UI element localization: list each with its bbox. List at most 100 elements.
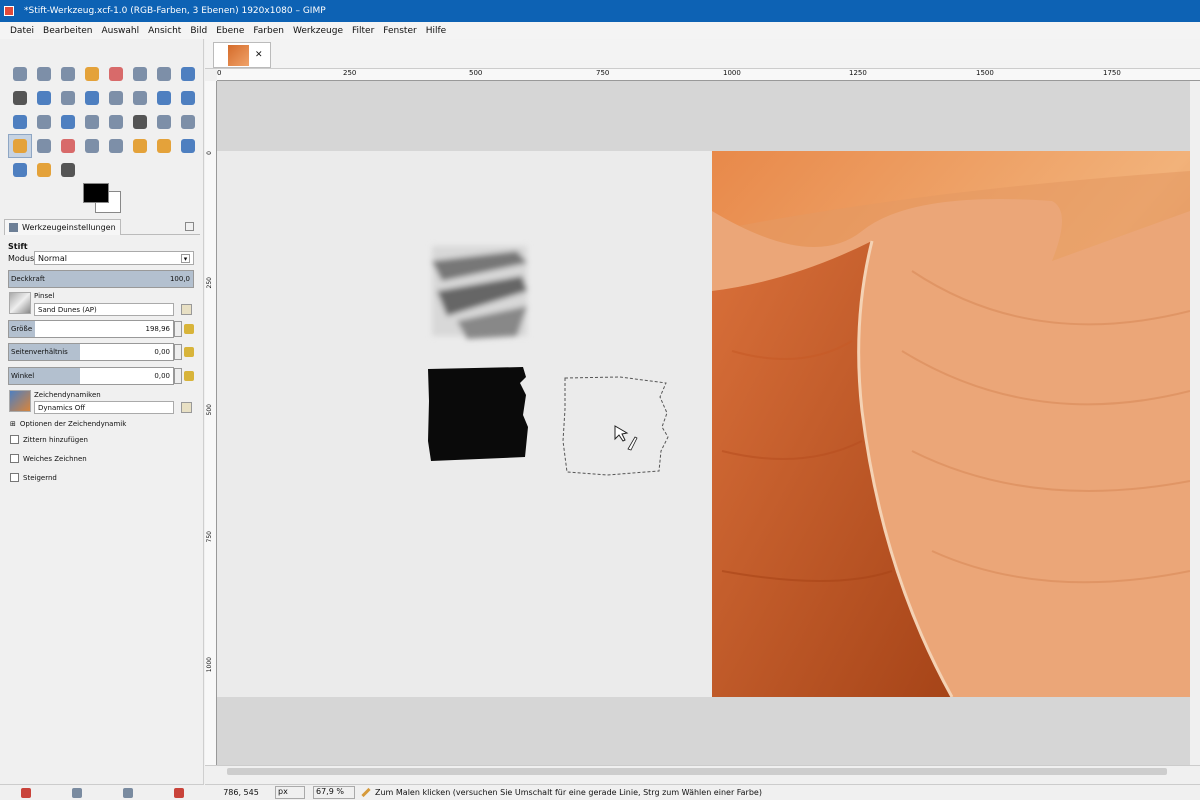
angle-spinner[interactable] xyxy=(174,368,182,384)
brush-name-field[interactable]: Sand Dunes (AP) xyxy=(34,303,174,316)
vertical-scrollbar[interactable] xyxy=(1190,81,1200,765)
dodge-burn-tool[interactable] xyxy=(56,158,80,182)
angle-slider[interactable]: Winkel 0,00 xyxy=(8,367,182,385)
measure-tool[interactable] xyxy=(56,86,80,110)
heal-tool[interactable] xyxy=(152,134,176,158)
jitter-label: Zittern hinzufügen xyxy=(23,435,88,444)
scissors-tool[interactable] xyxy=(128,62,152,86)
angle-reset-icon[interactable] xyxy=(184,371,194,381)
delete-options-icon[interactable] xyxy=(122,787,133,798)
heal-icon xyxy=(157,139,171,153)
dynamics-preview[interactable] xyxy=(9,390,31,412)
save-options-icon[interactable] xyxy=(20,787,31,798)
warp-tool[interactable] xyxy=(104,110,128,134)
brush-edit-icon[interactable] xyxy=(181,304,192,315)
perspective-tool[interactable] xyxy=(32,110,56,134)
clone-icon xyxy=(133,139,147,153)
dynamics-options-label: Optionen der Zeichendynamik xyxy=(19,420,127,428)
text-tool[interactable] xyxy=(128,110,152,134)
smudge-tool[interactable] xyxy=(32,158,56,182)
incremental-checkbox[interactable]: Steigernd xyxy=(10,473,57,482)
brush-preview[interactable] xyxy=(9,292,31,314)
restore-options-icon[interactable] xyxy=(71,787,82,798)
move-tool[interactable] xyxy=(80,86,104,110)
title-bar: *Stift-Werkzeug.xcf-1.0 (RGB-Farben, 3 E… xyxy=(0,0,1200,22)
convolve-tool[interactable] xyxy=(8,158,32,182)
dynamics-edit-icon[interactable] xyxy=(181,402,192,413)
paintbrush-tool[interactable] xyxy=(32,134,56,158)
aspect-slider[interactable]: Seitenverhältnis 0,00 xyxy=(8,343,182,361)
paths-tool[interactable] xyxy=(176,62,200,86)
menu-fenster[interactable]: Fenster xyxy=(383,26,416,36)
jitter-box[interactable] xyxy=(10,435,19,444)
menu-hilfe[interactable]: Hilfe xyxy=(426,26,446,36)
incremental-box[interactable] xyxy=(10,473,19,482)
shear-tool[interactable] xyxy=(8,110,32,134)
foreground-select-tool[interactable] xyxy=(152,62,176,86)
horizontal-scrollbar[interactable] xyxy=(205,765,1200,777)
smooth-box[interactable] xyxy=(10,454,19,463)
gradient-icon xyxy=(181,115,195,129)
image-canvas[interactable] xyxy=(217,151,1190,697)
close-icon[interactable]: ✕ xyxy=(255,50,263,60)
align-tool[interactable] xyxy=(104,86,128,110)
zoom-tool[interactable] xyxy=(32,86,56,110)
size-value: 198,96 xyxy=(145,325,171,333)
size-slider[interactable]: Größe 198,96 xyxy=(8,320,182,338)
crop-tool[interactable] xyxy=(128,86,152,110)
pointer-cursor-icon xyxy=(614,425,629,442)
tab-tool-options[interactable]: Werkzeugeinstellungen xyxy=(4,218,121,235)
smooth-checkbox[interactable]: Weiches Zeichnen xyxy=(10,454,87,463)
perspective-clone-tool[interactable] xyxy=(176,134,200,158)
menu-bild[interactable]: Bild xyxy=(190,26,207,36)
size-reset-icon[interactable] xyxy=(184,324,194,334)
shear-icon xyxy=(13,115,27,129)
aspect-reset-icon[interactable] xyxy=(184,347,194,357)
dynamics-field[interactable]: Dynamics Off xyxy=(34,401,174,414)
eraser-tool[interactable] xyxy=(56,134,80,158)
menu-ebene[interactable]: Ebene xyxy=(216,26,244,36)
airbrush-tool[interactable] xyxy=(80,134,104,158)
color-picker-tool[interactable] xyxy=(8,86,32,110)
blend-tool[interactable] xyxy=(176,110,200,134)
tab-menu-icon[interactable] xyxy=(185,222,194,231)
menu-bearbeiten[interactable]: Bearbeiten xyxy=(43,26,92,36)
dynamics-options-expander[interactable]: ⊞ Optionen der Zeichendynamik xyxy=(10,420,126,428)
rect-select-icon xyxy=(13,67,27,81)
fuzzy-select-tool[interactable] xyxy=(80,62,104,86)
unit-select[interactable]: px xyxy=(275,786,305,799)
menu-farben[interactable]: Farben xyxy=(253,26,284,36)
mode-select[interactable]: Normal ▾ xyxy=(34,251,194,265)
color-select-tool[interactable] xyxy=(104,62,128,86)
image-thumbnail xyxy=(228,45,249,66)
ruler-tick-250: 250 xyxy=(343,69,357,77)
zoom-select[interactable]: 67,9 % xyxy=(313,786,355,799)
horizontal-scroll-thumb[interactable] xyxy=(227,768,1167,775)
menu-datei[interactable]: Datei xyxy=(10,26,34,36)
ink-tool[interactable] xyxy=(104,134,128,158)
bucket-fill-tool[interactable] xyxy=(152,110,176,134)
aspect-spinner[interactable] xyxy=(174,344,182,360)
ellipse-select-tool[interactable] xyxy=(32,62,56,86)
cage-tool[interactable] xyxy=(80,110,104,134)
reset-options-icon[interactable] xyxy=(173,787,184,798)
lasso-tool[interactable] xyxy=(56,62,80,86)
flip-tool[interactable] xyxy=(56,110,80,134)
size-spinner[interactable] xyxy=(174,321,182,337)
text-icon xyxy=(133,115,147,129)
menu-werkzeuge[interactable]: Werkzeuge xyxy=(293,26,343,36)
foreground-color[interactable] xyxy=(83,183,109,203)
tab-tool-options-label: Werkzeugeinstellungen xyxy=(22,222,116,232)
jitter-checkbox[interactable]: Zittern hinzufügen xyxy=(10,435,88,444)
menu-filter[interactable]: Filter xyxy=(352,26,374,36)
menu-auswahl[interactable]: Auswahl xyxy=(101,26,139,36)
menu-ansicht[interactable]: Ansicht xyxy=(148,26,181,36)
canvas-viewport[interactable] xyxy=(217,81,1190,765)
opacity-slider[interactable]: Deckkraft 100,0 xyxy=(8,270,194,288)
rect-select-tool[interactable] xyxy=(8,62,32,86)
pencil-tool[interactable] xyxy=(8,134,32,158)
scale-tool[interactable] xyxy=(176,86,200,110)
clone-tool[interactable] xyxy=(128,134,152,158)
image-tab[interactable]: ✕ xyxy=(213,42,271,68)
rotate-tool[interactable] xyxy=(152,86,176,110)
